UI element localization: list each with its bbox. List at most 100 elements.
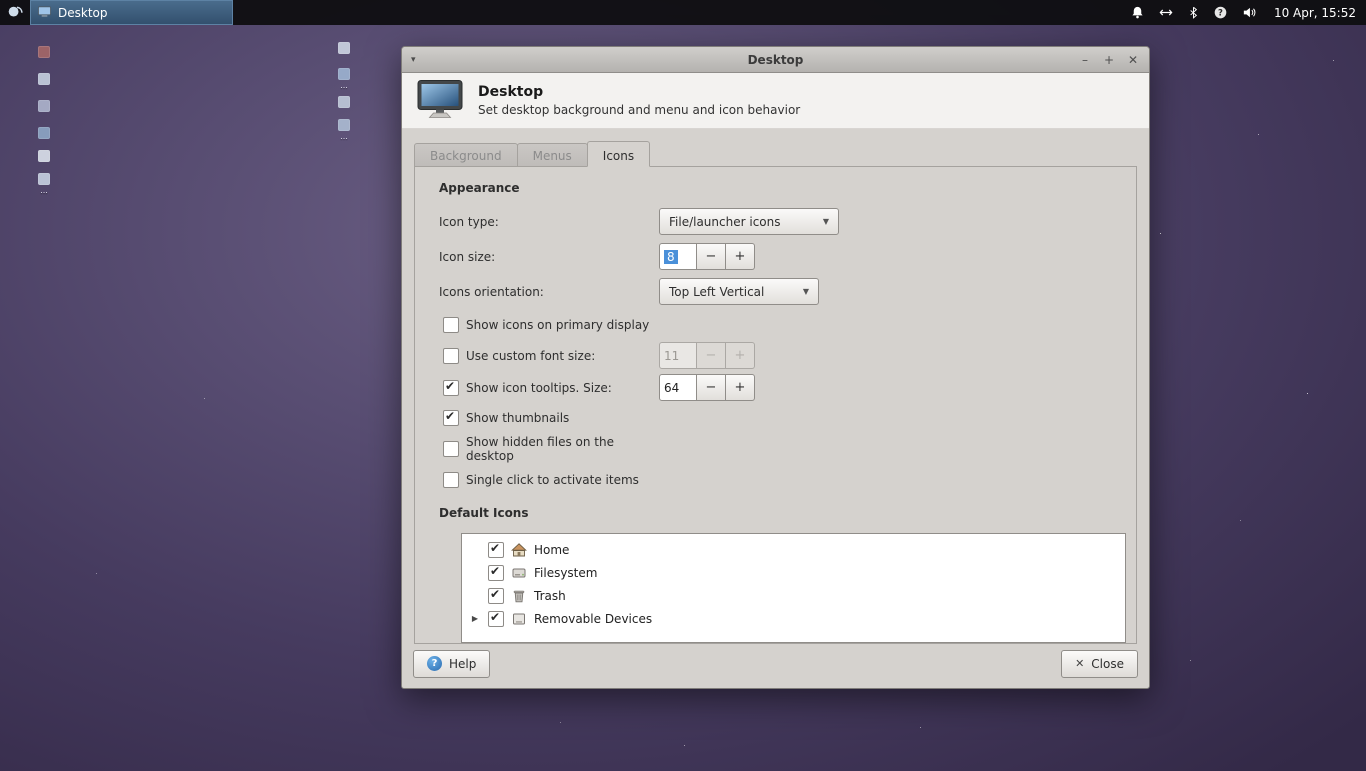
home-icon	[511, 542, 527, 558]
applications-menu-button[interactable]	[0, 0, 30, 25]
file-icon	[38, 73, 50, 85]
list-item-removable-devices[interactable]: ▶ Removable Devices	[462, 607, 1125, 630]
close-icon: ✕	[1075, 657, 1085, 670]
filesystem-checkbox[interactable]	[488, 564, 504, 581]
help-button-label: Help	[449, 656, 477, 671]
icon-tooltips-row: Show icon tooltips. Size: 64 − +	[439, 374, 1136, 401]
chevron-down-icon: ▼	[802, 287, 809, 296]
removable-devices-icon	[511, 611, 527, 627]
list-item-label: Trash	[534, 588, 566, 603]
icon-type-value: File/launcher icons	[669, 214, 781, 229]
icon-size-input[interactable]: 8	[659, 243, 697, 270]
default-icons-list: Home Filesystem	[461, 533, 1126, 643]
show-icons-primary-checkbox[interactable]	[443, 317, 459, 333]
help-icon[interactable]: ?	[1213, 5, 1228, 20]
desktop-icon[interactable]	[24, 73, 64, 95]
dialog-title: Desktop	[478, 84, 544, 100]
display-icon	[416, 79, 464, 122]
expander-arrow-icon[interactable]: ▶	[469, 614, 481, 623]
list-item-home[interactable]: Home	[462, 538, 1125, 561]
desktop-icon[interactable]: ...	[324, 119, 364, 141]
taskbar-window-button[interactable]: Desktop	[30, 0, 233, 25]
whisker-menu-icon	[7, 3, 23, 22]
tab-icons[interactable]: Icons	[586, 141, 651, 167]
minus-button[interactable]: −	[697, 342, 726, 369]
dialog-footer: ? Help ✕ Close	[402, 639, 1149, 688]
desktop-icon[interactable]	[324, 96, 364, 118]
plus-button[interactable]: +	[726, 342, 755, 369]
tab-menus[interactable]: Menus	[516, 143, 588, 167]
trash-checkbox[interactable]	[488, 587, 504, 604]
system-tray: ? 10 Apr, 15:52	[1130, 5, 1366, 20]
taskbar-window-title: Desktop	[58, 5, 108, 20]
custom-font-size-checkbox[interactable]	[443, 347, 459, 364]
single-click-checkbox[interactable]	[443, 472, 459, 488]
desktop-icon[interactable]	[24, 100, 64, 122]
window-mini-icon	[37, 4, 52, 22]
close-window-button[interactable]: ✕	[1127, 54, 1139, 66]
desktop-icon[interactable]	[324, 42, 364, 64]
desktop-icon[interactable]	[24, 46, 64, 68]
icons-orientation-value: Top Left Vertical	[669, 284, 765, 299]
icons-orientation-label: Icons orientation:	[439, 284, 544, 299]
checkbox-label: Show thumbnails	[466, 411, 570, 425]
window-menu-icon[interactable]: ▾	[411, 55, 416, 65]
clock[interactable]: 10 Apr, 15:52	[1270, 6, 1356, 20]
tab-bar: Background Menus Icons	[414, 141, 1137, 167]
file-icon	[338, 96, 350, 108]
close-button[interactable]: ✕ Close	[1061, 649, 1138, 678]
maximize-button[interactable]: +	[1103, 54, 1115, 66]
desktop-icon[interactable]	[24, 127, 64, 149]
list-item-filesystem[interactable]: Filesystem	[462, 561, 1125, 584]
show-thumbnails-row: Show thumbnails	[439, 406, 1136, 430]
desktop-background: ... ... ... Desktop ? 10 Apr, 15:52 ▾ De…	[0, 0, 1366, 771]
tooltip-size-input[interactable]: 64	[659, 374, 697, 401]
custom-font-size-spinner: 11 − +	[659, 342, 755, 369]
tab-background[interactable]: Background	[414, 143, 518, 167]
custom-font-size-input[interactable]: 11	[659, 342, 697, 369]
list-item-label: Removable Devices	[534, 611, 653, 626]
minus-button[interactable]: −	[697, 243, 726, 270]
desktop-icon[interactable]: ...	[324, 68, 364, 90]
show-thumbnails-checkbox[interactable]	[443, 409, 459, 426]
minus-button[interactable]: −	[697, 374, 726, 401]
desktop-icon[interactable]: ...	[24, 173, 64, 195]
notifications-icon[interactable]	[1130, 5, 1145, 20]
bluetooth-icon[interactable]	[1187, 5, 1200, 20]
icon-type-select[interactable]: File/launcher icons ▼	[659, 208, 839, 235]
top-panel: Desktop ? 10 Apr, 15:52	[0, 0, 1366, 25]
removable-devices-checkbox[interactable]	[488, 610, 504, 627]
network-icon[interactable]	[1158, 5, 1174, 20]
home-checkbox[interactable]	[488, 541, 504, 558]
help-button[interactable]: ? Help	[413, 649, 491, 678]
desktop-icon[interactable]	[24, 150, 64, 172]
icon-size-spinner: 8 − +	[659, 243, 755, 270]
icon-tooltips-checkbox[interactable]	[443, 379, 459, 396]
show-hidden-files-row: Show hidden files on the desktop	[439, 435, 1136, 463]
file-icon	[338, 119, 350, 131]
show-hidden-files-checkbox[interactable]	[443, 441, 459, 457]
svg-text:?: ?	[1218, 8, 1223, 18]
file-icon	[38, 100, 50, 112]
desktop-settings-window: ▾ Desktop – + ✕ Desktop Set desktop back…	[401, 46, 1150, 689]
file-icon	[338, 68, 350, 80]
plus-button[interactable]: +	[726, 374, 755, 401]
icon-type-row: Icon type: File/launcher icons ▼	[439, 208, 1136, 235]
show-icons-primary-row: Show icons on primary display	[439, 313, 1136, 337]
close-button-label: Close	[1091, 656, 1124, 671]
custom-font-size-row: Use custom font size: 11 − +	[439, 342, 1136, 369]
icons-orientation-select[interactable]: Top Left Vertical ▼	[659, 278, 819, 305]
checkbox-label: Show icons on primary display	[466, 318, 650, 332]
list-item-trash[interactable]: Trash	[462, 584, 1125, 607]
filesystem-icon	[511, 565, 527, 581]
icon-type-label: Icon type:	[439, 214, 499, 229]
minimize-button[interactable]: –	[1079, 54, 1091, 66]
window-titlebar[interactable]: ▾ Desktop – + ✕	[402, 47, 1149, 73]
volume-icon[interactable]	[1241, 5, 1257, 20]
icon-size-row: Icon size: 8 − +	[439, 243, 1136, 270]
trash-icon	[511, 588, 527, 604]
list-item-label: Home	[534, 542, 570, 557]
plus-button[interactable]: +	[726, 243, 755, 270]
list-item-label: Filesystem	[534, 565, 598, 580]
single-click-row: Single click to activate items	[439, 468, 1136, 492]
